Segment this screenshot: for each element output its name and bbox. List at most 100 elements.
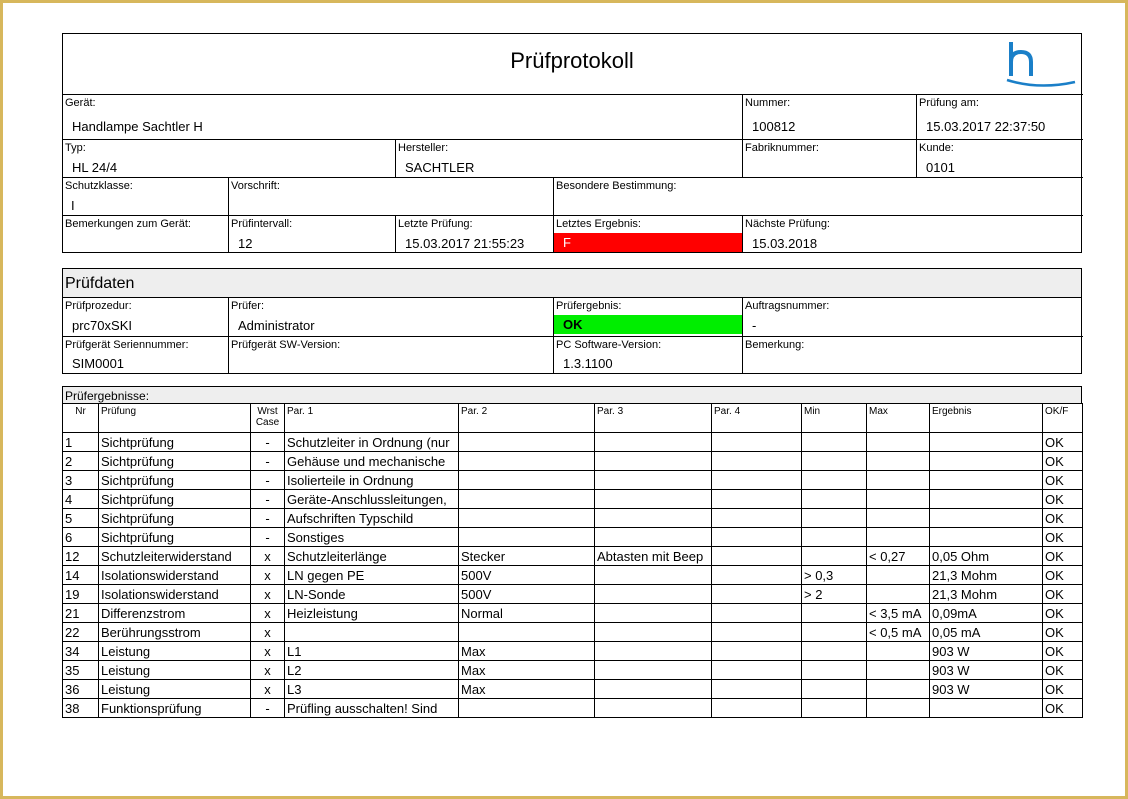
table-cell: [594, 451, 712, 471]
table-cell: Sichtprüfung: [98, 508, 251, 528]
table-cell: [711, 603, 802, 623]
table-cell: 2: [62, 451, 99, 471]
table-cell: -: [250, 470, 285, 490]
table-cell: [711, 489, 802, 509]
table-row: 6 Sichtprüfung - Sonstiges OK: [62, 527, 1083, 547]
letzte-pruefung-cell: Letzte Prüfung: 15.03.2017 21:55:23: [395, 215, 554, 252]
table-cell: [866, 679, 930, 699]
intervall-value: 12: [238, 236, 253, 251]
table-cell: Leistung: [98, 641, 251, 661]
page-title: Prüfprotokoll: [510, 48, 634, 73]
table-cell: [284, 622, 459, 642]
column-header: Par. 4: [711, 403, 802, 433]
table-cell: [594, 698, 712, 718]
table-cell: Max: [458, 641, 595, 661]
table-cell: [594, 641, 712, 661]
table-cell: > 0,3: [801, 565, 867, 585]
letzte-pruefung-value: 15.03.2017 21:55:23: [405, 236, 525, 251]
auftrag-value: -: [752, 318, 757, 333]
table-cell: < 3,5 mA: [866, 603, 930, 623]
table-cell: [801, 470, 867, 490]
table-cell: [458, 451, 595, 471]
results-table: Nr Prüfung Wrst Case Par. 1 Par. 2 Par. 3 Par.…: [62, 403, 1083, 718]
table-cell: [711, 660, 802, 680]
fail-fill: [554, 233, 743, 252]
intervall-cell: Prüfintervall: 12: [228, 215, 396, 252]
table-cell: Leistung: [98, 660, 251, 680]
table-cell: [711, 527, 802, 547]
table-cell: [801, 622, 867, 642]
table-cell: 3: [62, 470, 99, 490]
table-cell: Normal: [458, 603, 595, 623]
table-cell: [594, 584, 712, 604]
table-cell: [801, 527, 867, 547]
table-cell: Isolierteile in Ordnung: [284, 470, 459, 490]
table-cell: [866, 451, 930, 471]
pruefung-am-value: 15.03.2017 22:37:50: [926, 119, 1046, 134]
kunde-value: 0101: [926, 160, 955, 175]
table-cell: x: [250, 603, 285, 623]
table-cell: [711, 508, 802, 528]
table-row: 1 Sichtprüfung - Schutzleiter in Ordnung (n…: [62, 432, 1083, 452]
table-cell: OK: [1042, 679, 1083, 699]
table-cell: [458, 698, 595, 718]
table-cell: [801, 641, 867, 661]
table-cell: x: [250, 622, 285, 642]
auftrag-label: Auftragsnummer:: [745, 300, 830, 312]
table-cell: [594, 489, 712, 509]
table-row: 3 Sichtprüfung - Isolierteile in Ordnung OK: [62, 470, 1083, 490]
table-cell: [801, 660, 867, 680]
table-cell: [458, 470, 595, 490]
table-cell: [594, 527, 712, 547]
vorschrift-cell: Vorschrift:: [228, 177, 554, 216]
table-cell: 500V: [458, 584, 595, 604]
table-cell: [458, 432, 595, 452]
column-header: Par. 3: [594, 403, 712, 433]
table-cell: L3: [284, 679, 459, 699]
table-cell: -: [250, 508, 285, 528]
table-cell: [929, 432, 1043, 452]
table-cell: x: [250, 584, 285, 604]
table-cell: Leistung: [98, 679, 251, 699]
pruefergebnis-cell: Prüfergebnis: OK: [553, 298, 743, 337]
letzte-pruefung-label: Letzte Prüfung:: [398, 218, 473, 230]
table-cell: Heizleistung: [284, 603, 459, 623]
table-cell: [711, 546, 802, 566]
table-cell: [711, 584, 802, 604]
table-cell: -: [250, 698, 285, 718]
table-cell: 34: [62, 641, 99, 661]
table-cell: OK: [1042, 698, 1083, 718]
table-cell: L1: [284, 641, 459, 661]
table-cell: [594, 603, 712, 623]
pruefdaten-heading: Prüfdaten: [63, 269, 1081, 298]
table-cell: < 0,5 mA: [866, 622, 930, 642]
sw-version-cell: Prüfgerät SW-Version:: [228, 336, 554, 374]
table-cell: [929, 451, 1043, 471]
nummer-value: 100812: [752, 119, 796, 134]
table-cell: 6: [62, 527, 99, 547]
table-cell: 19: [62, 584, 99, 604]
table-cell: Max: [458, 679, 595, 699]
column-header: OK/F: [1042, 403, 1083, 433]
h-logo-icon: [1006, 42, 1076, 87]
column-header: Wrst Case: [250, 403, 285, 433]
naechste-pruefung-cell: Nächste Prüfung: 15.03.2018: [742, 215, 1083, 252]
bemerkung-cell: Bemerkung:: [742, 336, 1083, 374]
table-cell: [866, 660, 930, 680]
table-row: 5 Sichtprüfung - Aufschriften Typschild OK: [62, 508, 1083, 528]
table-cell: > 2: [801, 584, 867, 604]
table-cell: x: [250, 546, 285, 566]
table-cell: OK: [1042, 660, 1083, 680]
table-cell: [866, 584, 930, 604]
table-cell: OK: [1042, 432, 1083, 452]
table-cell: [929, 698, 1043, 718]
table-cell: OK: [1042, 584, 1083, 604]
table-cell: Sichtprüfung: [98, 527, 251, 547]
table-cell: [458, 622, 595, 642]
table-cell: 21,3 Mohm: [929, 565, 1043, 585]
table-row: 35 Leistung x L2 Max 903 W OK: [62, 660, 1083, 680]
table-cell: 5: [62, 508, 99, 528]
table-cell: [711, 470, 802, 490]
geraet-value: Handlampe Sachtler H: [72, 119, 203, 134]
table-cell: Stecker: [458, 546, 595, 566]
